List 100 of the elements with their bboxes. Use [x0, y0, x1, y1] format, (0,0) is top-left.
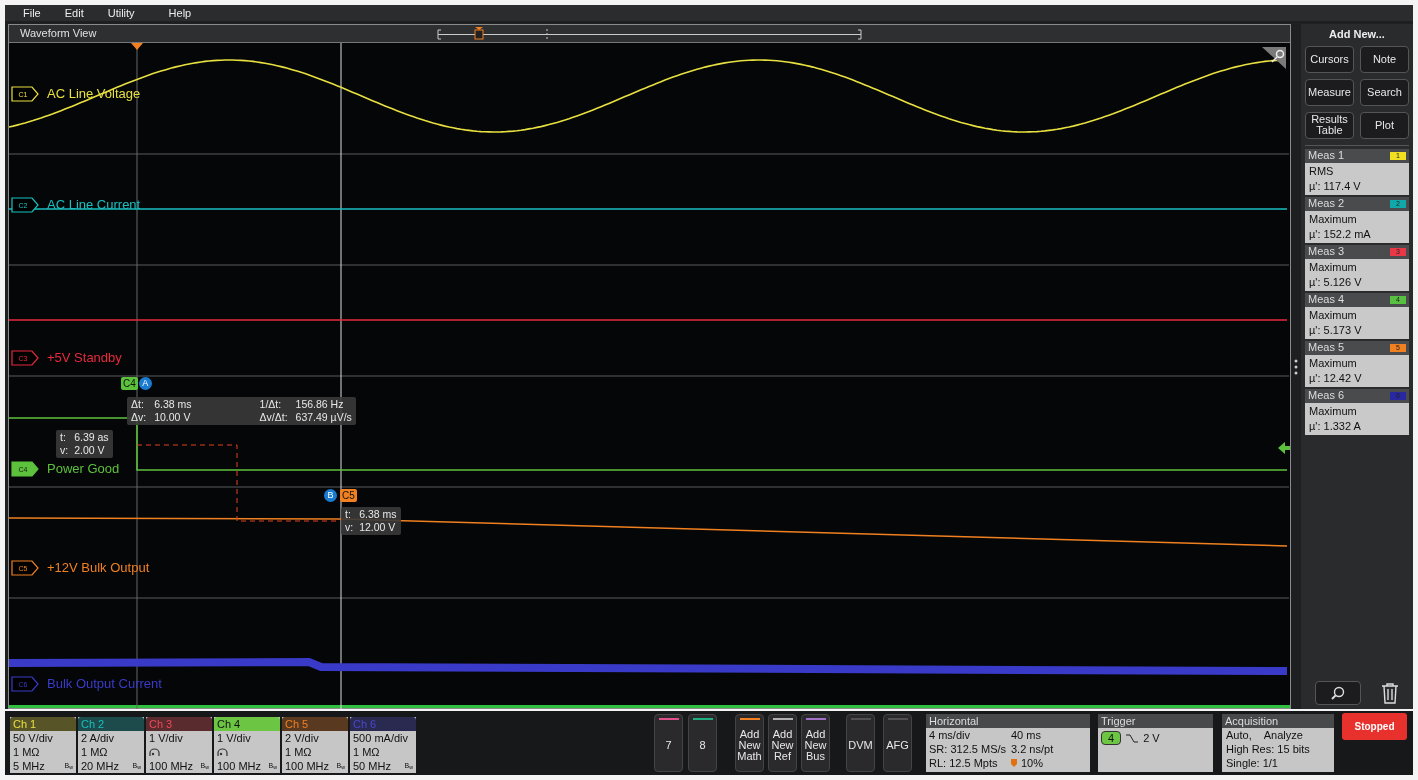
- channel-name: Ch 4: [217, 717, 241, 731]
- trigger-level: 2 V: [1143, 731, 1160, 746]
- more-icon[interactable]: [1294, 358, 1298, 375]
- channel-scale: 500 mA/div: [353, 731, 410, 745]
- probe-icon: [149, 747, 160, 757]
- horizontal-value: 4 ms/div: [929, 728, 971, 742]
- measurement-type: Maximum: [1309, 403, 1358, 419]
- source-badge: C4: [121, 377, 138, 390]
- menu-item[interactable]: Utility: [107, 4, 135, 22]
- trace-label: Bulk Output Current: [47, 675, 162, 693]
- cursor-badge[interactable]: A: [138, 377, 152, 390]
- trace-label: +12V Bulk Output: [47, 559, 150, 577]
- panel-title: Add New...: [1328, 27, 1386, 42]
- menu-item[interactable]: Edit: [64, 4, 84, 22]
- measurement-value: µ': 5.126 V: [1309, 274, 1363, 290]
- readout-value: 6.38 ms: [154, 398, 192, 411]
- panel-header: Acquisition: [1222, 714, 1334, 728]
- add-new-button[interactable]: Search: [1360, 78, 1409, 106]
- channel-bandwidth: 100 MHz: [217, 759, 262, 773]
- measurement-type: Maximum: [1309, 211, 1358, 227]
- measurement-value: µ': 152.2 mA: [1309, 226, 1372, 242]
- trigger-position-icon: [1011, 759, 1017, 767]
- channel-name: Ch 1: [13, 717, 37, 731]
- measurement-name: Meas 3: [1308, 244, 1345, 260]
- readout-value: 637.49 µV/s: [295, 411, 352, 424]
- channel-impedance: 1 MΩ: [353, 745, 381, 759]
- add-button[interactable]: DVM: [846, 714, 875, 772]
- channel-bandwidth: 5 MHz: [13, 759, 45, 773]
- channel-scale: 1 V/div: [217, 731, 252, 745]
- channel-scale: 1 V/div: [149, 731, 184, 745]
- measurement-type: Maximum: [1309, 259, 1358, 275]
- add-button[interactable]: AFG: [883, 714, 912, 772]
- timeline-overview-drawing[interactable]: [437, 26, 863, 41]
- measurement-value: µ': 12.42 V: [1309, 370, 1363, 386]
- trace-label: AC Line Voltage: [47, 85, 141, 103]
- readout-value: 2.00 V: [74, 444, 106, 457]
- readout-value: 12.00 V: [359, 521, 397, 534]
- readout-label: v:: [345, 521, 354, 534]
- measurement-name: Meas 5: [1308, 340, 1345, 356]
- acquisition-panel[interactable]: Acquisition Auto, Analyze High Res: 15 bits Single: 1/1: [1222, 714, 1334, 772]
- add-new-button[interactable]: Cursors: [1305, 45, 1354, 73]
- add-button[interactable]: 7: [654, 714, 683, 772]
- trace-label: Power Good: [47, 460, 120, 478]
- measurement-type: Maximum: [1309, 307, 1358, 323]
- add-button[interactable]: 8: [688, 714, 717, 772]
- add-button[interactable]: Add New Bus: [801, 714, 830, 772]
- channel-scale: 50 V/div: [13, 731, 54, 745]
- horizontal-value: 10%: [1021, 756, 1044, 770]
- add-new-button[interactable]: Note: [1360, 45, 1409, 73]
- acquisition-count: Single: 1/1: [1226, 756, 1279, 770]
- trash-icon[interactable]: [1379, 682, 1400, 704]
- add-new-button[interactable]: Plot: [1360, 111, 1409, 139]
- measurement-value: µ': 1.332 A: [1309, 418, 1362, 434]
- measurement-value: µ': 5.173 V: [1309, 322, 1363, 338]
- measurement-name: Meas 2: [1308, 196, 1345, 212]
- readout-value: 156.86 Hz: [295, 398, 345, 411]
- channel-scale: 2 A/div: [81, 731, 116, 745]
- measurement-name: Meas 4: [1308, 292, 1345, 308]
- readout-label: t:: [345, 508, 352, 521]
- zoom-button[interactable]: [1314, 681, 1361, 705]
- panel-header: Horizontal: [926, 714, 1090, 728]
- menu-item[interactable]: Help: [168, 4, 192, 22]
- channel-bandwidth: 100 MHz: [149, 759, 194, 773]
- horizontal-panel[interactable]: Horizontal 4 ms/div 40 ms SR: 312.5 MS/s 3.2 ns/pt RL: 12.5 Mpts 10%: [926, 714, 1090, 772]
- channel-bandwidth: 20 MHz: [81, 759, 119, 773]
- readout-value: 6.39 as: [74, 431, 109, 444]
- readout-label: 1/Δt:: [259, 398, 283, 411]
- trace-label: +5V Standby: [47, 349, 122, 367]
- add-new-button[interactable]: Results Table: [1305, 111, 1354, 139]
- horizontal-value: 3.2 ns/pt: [1011, 742, 1054, 756]
- zoom-icon: [1329, 685, 1346, 701]
- add-button[interactable]: Add New Ref: [768, 714, 797, 772]
- add-button[interactable]: Add New Math: [735, 714, 764, 772]
- channel-name: Ch 6: [353, 717, 377, 731]
- stopped-button[interactable]: Stopped: [1342, 713, 1407, 740]
- panel-header: Trigger: [1098, 714, 1213, 728]
- level-arrow-icon[interactable]: [1278, 442, 1290, 454]
- menu-item[interactable]: File: [23, 4, 41, 22]
- channel-impedance: 1 MΩ: [81, 745, 109, 759]
- readout-label: v:: [60, 444, 69, 457]
- acquisition-action: Analyze: [1263, 728, 1303, 742]
- acquisition-mode: Auto,: [1226, 728, 1252, 742]
- channel-bandwidth: 100 MHz: [285, 759, 330, 773]
- readout-label: Δv/Δt:: [259, 411, 288, 424]
- cursor-badge[interactable]: B: [324, 489, 337, 502]
- channel-bandwidth: 50 MHz: [353, 759, 391, 773]
- channel-name: Ch 2: [81, 717, 105, 731]
- readout-value: 6.38 ms: [359, 508, 397, 521]
- horizontal-value: RL: 12.5 Mpts: [929, 756, 999, 770]
- channel-impedance: 1 MΩ: [13, 745, 41, 759]
- measurement-type: Maximum: [1309, 355, 1358, 371]
- measurement-value: µ': 117.4 V: [1309, 178, 1362, 194]
- measurement-name: Meas 1: [1308, 148, 1345, 164]
- acquisition-resolution: High Res: 15 bits: [1226, 742, 1311, 756]
- probe-icon: [217, 747, 228, 757]
- measurement-type: RMS: [1309, 163, 1335, 179]
- add-new-button[interactable]: Measure: [1305, 78, 1354, 106]
- horizontal-value: 40 ms: [1011, 728, 1041, 742]
- trigger-panel[interactable]: Trigger 4 2 V: [1098, 714, 1213, 772]
- measurement-name: Meas 6: [1308, 388, 1345, 404]
